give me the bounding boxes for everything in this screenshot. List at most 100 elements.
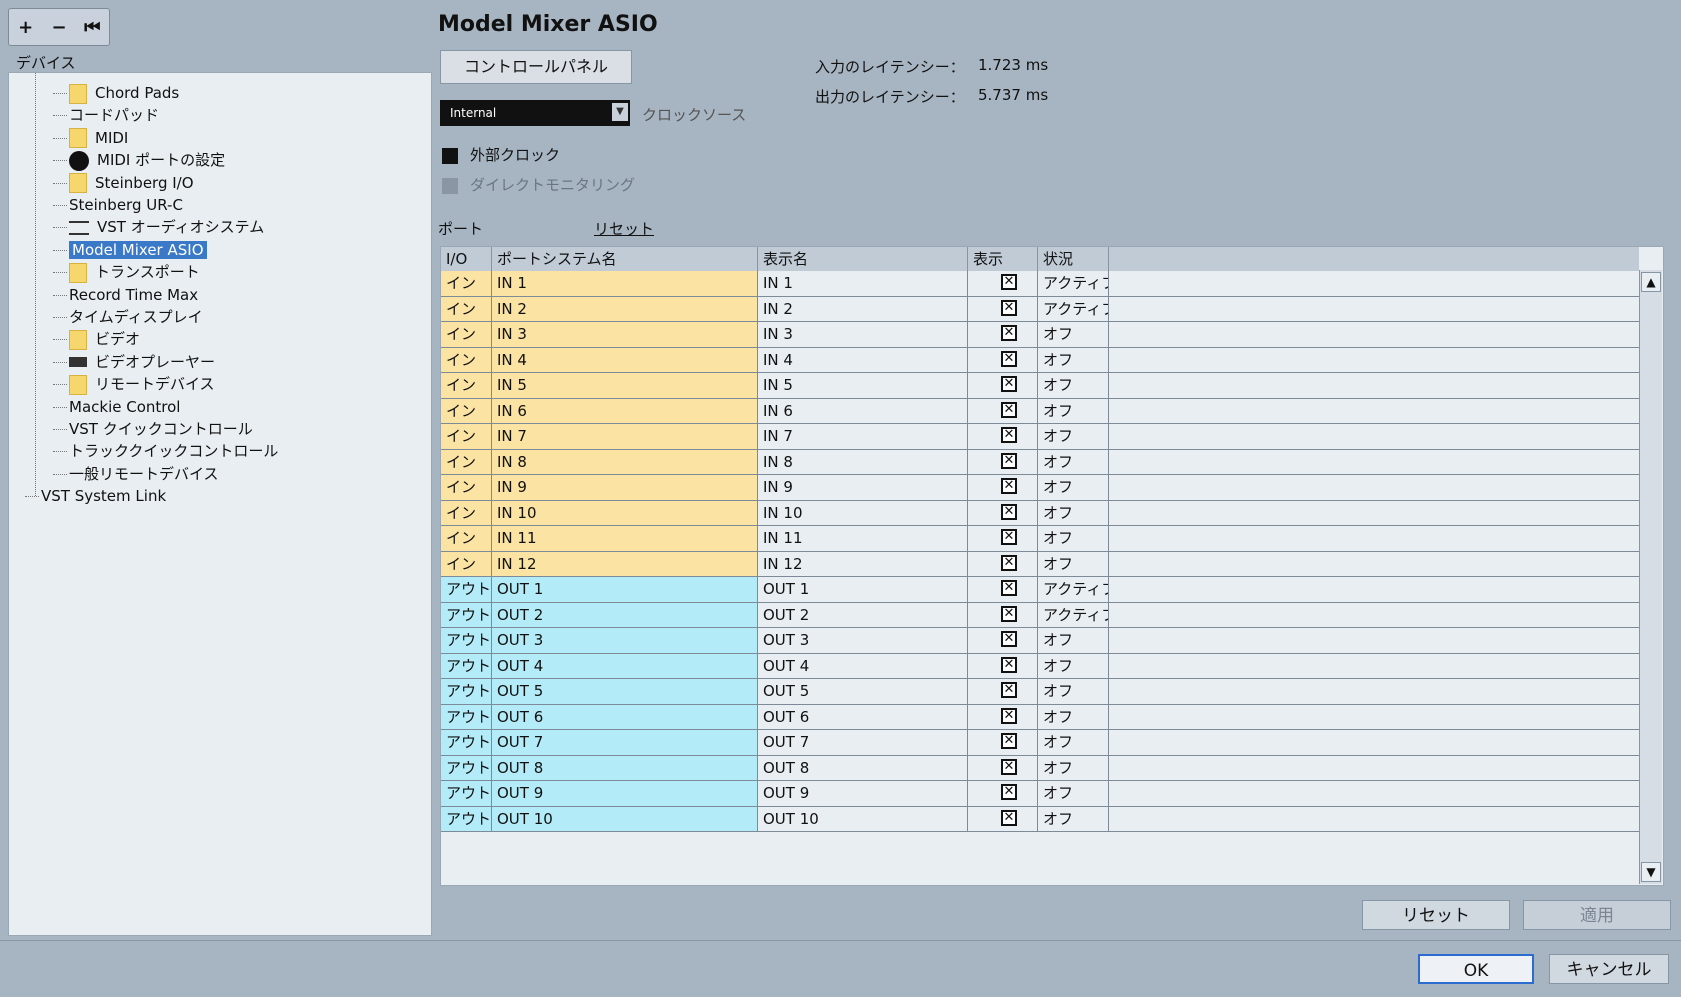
cell-display-name[interactable]: IN 5: [758, 373, 968, 399]
table-row[interactable]: イン IN 3 IN 3 ✕ オフ: [441, 322, 1641, 348]
show-checkbox[interactable]: ✕: [1001, 733, 1017, 749]
table-row[interactable]: アウト OUT 5 OUT 5 ✕ オフ: [441, 679, 1641, 705]
show-checkbox[interactable]: ✕: [1001, 707, 1017, 724]
tree-item[interactable]: MIDI ポートの設定: [69, 149, 225, 171]
cancel-button[interactable]: キャンセル: [1549, 954, 1669, 984]
show-checkbox[interactable]: ✕: [1001, 503, 1017, 520]
column-header-status[interactable]: 状況: [1038, 247, 1109, 271]
show-checkbox[interactable]: ✕: [1001, 401, 1017, 418]
table-row[interactable]: アウト OUT 8 OUT 8 ✕ オフ: [441, 755, 1641, 781]
apply-button[interactable]: 適用: [1523, 900, 1671, 930]
external-clock-checkbox[interactable]: 外部クロック: [442, 144, 560, 165]
scroll-down-icon[interactable]: ▼: [1641, 862, 1661, 882]
cell-display-name[interactable]: IN 3: [758, 322, 968, 348]
control-panel-button[interactable]: コントロールパネル: [440, 50, 632, 84]
show-checkbox[interactable]: ✕: [1001, 809, 1017, 826]
direct-monitoring-checkbox[interactable]: ダイレクトモニタリング: [442, 174, 635, 195]
show-checkbox[interactable]: ✕: [1001, 580, 1017, 596]
tree-item[interactable]: Mackie Control: [69, 396, 180, 418]
show-checkbox[interactable]: ✕: [1001, 529, 1017, 545]
table-row[interactable]: インIN 1IN 1✕アクティブ: [441, 271, 1641, 297]
table-row[interactable]: イン IN 9 IN 9 ✕ オフ: [441, 475, 1641, 501]
table-row[interactable]: アウト OUT 6 OUT 6 ✕ オフ: [441, 704, 1641, 730]
cell-display-name[interactable]: OUT 3: [758, 628, 968, 654]
tree-item[interactable]: リモートデバイス: [69, 373, 215, 395]
tree-item[interactable]: MIDI: [69, 127, 128, 149]
cell-display-name[interactable]: OUT 8: [758, 755, 968, 781]
cell-display-name[interactable]: IN 10: [758, 500, 968, 526]
table-row[interactable]: アウト OUT 4 OUT 4 ✕ オフ: [441, 653, 1641, 679]
cell-display-name[interactable]: IN 4: [758, 347, 968, 373]
show-checkbox[interactable]: ✕: [1001, 274, 1017, 290]
reset-device-button[interactable]: ⏮: [78, 17, 106, 38]
table-row[interactable]: アウトOUT 2OUT 2✕アクティブ: [441, 602, 1641, 628]
tree-item[interactable]: コードパッド: [69, 104, 159, 126]
tree-item[interactable]: トラッククイックコントロール: [69, 440, 278, 462]
cell-display-name[interactable]: OUT 9: [758, 781, 968, 807]
show-checkbox[interactable]: ✕: [1001, 784, 1017, 800]
tree-item[interactable]: タイムディスプレイ: [69, 306, 203, 328]
tree-item[interactable]: VST クイックコントロール: [69, 418, 253, 440]
show-checkbox[interactable]: ✕: [1001, 452, 1017, 469]
show-checkbox[interactable]: ✕: [1001, 631, 1017, 647]
table-row[interactable]: イン IN 8 IN 8 ✕ オフ: [441, 449, 1641, 475]
cell-display-name[interactable]: OUT 4: [758, 653, 968, 679]
show-checkbox[interactable]: ✕: [1001, 376, 1017, 392]
show-checkbox[interactable]: ✕: [1001, 299, 1017, 316]
show-checkbox[interactable]: ✕: [1001, 605, 1017, 622]
tree-item[interactable]: ビデオプレーヤー: [69, 351, 215, 373]
cell-display-name[interactable]: IN 6: [758, 398, 968, 424]
tree-item[interactable]: Record Time Max: [69, 284, 198, 306]
table-row[interactable]: アウト OUT 7 OUT 7 ✕ オフ: [441, 730, 1641, 756]
cell-display-name[interactable]: IN 9: [758, 475, 968, 501]
table-row[interactable]: イン IN 4 IN 4 ✕ オフ: [441, 347, 1641, 373]
show-checkbox[interactable]: ✕: [1001, 325, 1017, 341]
scroll-up-icon[interactable]: ▲: [1641, 272, 1661, 292]
show-checkbox[interactable]: ✕: [1001, 427, 1017, 443]
table-scrollbar[interactable]: ▲ ▼: [1639, 270, 1662, 884]
table-row[interactable]: イン IN 12 IN 12 ✕ オフ: [441, 551, 1641, 577]
cell-display-name[interactable]: OUT 7: [758, 730, 968, 756]
cell-display-name[interactable]: IN 1: [758, 271, 968, 297]
cell-display-name[interactable]: OUT 2: [758, 602, 968, 628]
cell-display-name[interactable]: IN 8: [758, 449, 968, 475]
table-row[interactable]: イン IN 11 IN 11 ✕ オフ: [441, 526, 1641, 552]
tree-item[interactable]: VST System Link: [41, 485, 166, 507]
cell-display-name[interactable]: IN 2: [758, 296, 968, 322]
tree-item[interactable]: Chord Pads: [69, 82, 179, 104]
tree-item[interactable]: Steinberg I/O: [69, 172, 194, 194]
remove-device-button[interactable]: −: [45, 17, 73, 38]
cell-display-name[interactable]: IN 11: [758, 526, 968, 552]
show-checkbox[interactable]: ✕: [1001, 554, 1017, 571]
table-row[interactable]: イン IN 10 IN 10 ✕ オフ: [441, 500, 1641, 526]
add-device-button[interactable]: +: [12, 17, 40, 38]
cell-display-name[interactable]: OUT 10: [758, 806, 968, 832]
tree-item[interactable]: 一般リモートデバイス: [69, 463, 219, 485]
tree-item[interactable]: VST オーディオシステム: [69, 216, 264, 238]
ok-button[interactable]: OK: [1418, 954, 1534, 984]
column-header-display-name[interactable]: 表示名: [758, 247, 968, 271]
table-row[interactable]: アウトOUT 1OUT 1✕アクティブ: [441, 577, 1641, 603]
tree-item[interactable]: Steinberg UR-C: [69, 194, 183, 216]
column-header-io[interactable]: I/O: [441, 247, 492, 271]
tree-item[interactable]: トランスポート: [69, 261, 200, 283]
cell-display-name[interactable]: OUT 6: [758, 704, 968, 730]
column-header-system-name[interactable]: ポートシステム名: [492, 247, 758, 271]
reset-button[interactable]: リセット: [1362, 900, 1510, 930]
ports-reset-link[interactable]: リセット: [594, 218, 654, 239]
show-checkbox[interactable]: ✕: [1001, 682, 1017, 698]
table-row[interactable]: イン IN 6 IN 6 ✕ オフ: [441, 398, 1641, 424]
cell-display-name[interactable]: IN 7: [758, 424, 968, 450]
show-checkbox[interactable]: ✕: [1001, 350, 1017, 367]
table-row[interactable]: イン IN 7 IN 7 ✕ オフ: [441, 424, 1641, 450]
table-row[interactable]: アウト OUT 3 OUT 3 ✕ オフ: [441, 628, 1641, 654]
clock-source-select[interactable]: Internal ▼: [440, 100, 630, 126]
show-checkbox[interactable]: ✕: [1001, 478, 1017, 494]
column-header-show[interactable]: 表示: [968, 247, 1038, 271]
cell-display-name[interactable]: IN 12: [758, 551, 968, 577]
chevron-down-icon[interactable]: ▼: [612, 103, 628, 121]
tree-item[interactable]: ビデオ: [69, 328, 140, 350]
cell-display-name[interactable]: OUT 5: [758, 679, 968, 705]
show-checkbox[interactable]: ✕: [1001, 656, 1017, 673]
table-row[interactable]: インIN 2IN 2✕アクティブ: [441, 296, 1641, 322]
